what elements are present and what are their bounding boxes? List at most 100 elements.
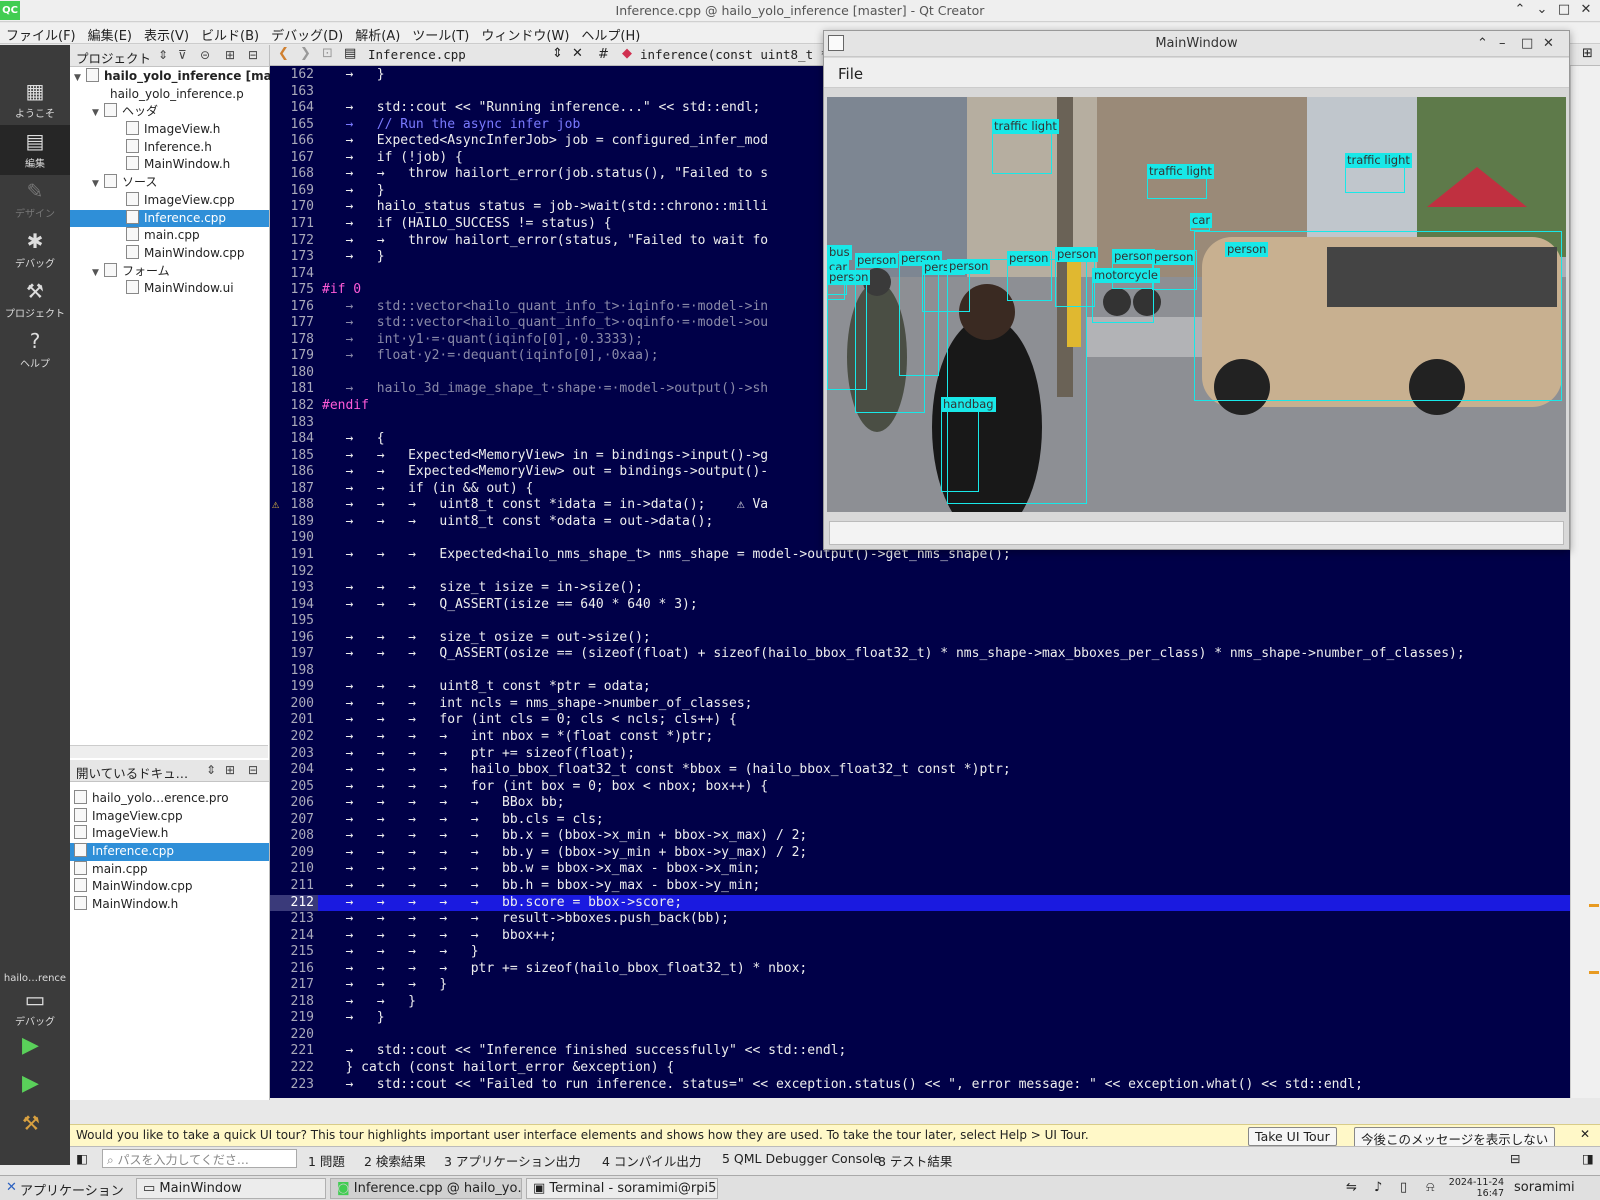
- file-menu[interactable]: File: [838, 65, 863, 83]
- battery-icon[interactable]: ▯: [1394, 1178, 1413, 1199]
- split-icon[interactable]: ⊞: [225, 763, 235, 777]
- chevron-updown-icon[interactable]: ⇕: [206, 763, 216, 777]
- code-line[interactable]: → → if (in && out) {: [322, 481, 533, 496]
- code-line[interactable]: → hailo_status status = job->wait(std::c…: [322, 199, 768, 214]
- chevron-updown-icon[interactable]: ⇕: [552, 46, 563, 61]
- code-line[interactable]: → → → int ncls = nms_shape->number_of_cl…: [322, 696, 752, 711]
- code-line[interactable]: → }: [322, 1010, 384, 1025]
- code-line[interactable]: → }: [322, 249, 384, 264]
- code-line[interactable]: → std::vector<hailo_quant_info_t>·iqinfo…: [322, 299, 768, 314]
- code-line[interactable]: → → → → ptr += sizeof(float);: [322, 746, 635, 761]
- menu-item[interactable]: 表示(V): [138, 23, 195, 46]
- maximize-icon[interactable]: □: [1521, 31, 1533, 57]
- tree-item-file[interactable]: MainWindow.cpp: [70, 244, 269, 263]
- close-icon[interactable]: ✕: [1543, 31, 1554, 57]
- menu-item[interactable]: ヘルプ(H): [575, 23, 646, 46]
- code-line[interactable]: → }: [322, 183, 384, 198]
- code-line[interactable]: → // Run the async infer job: [322, 117, 580, 132]
- code-line[interactable]: → → throw hailort_error(job.status(), "F…: [322, 166, 768, 181]
- minimize-icon[interactable]: –: [1499, 31, 1506, 57]
- volume-icon[interactable]: ♪: [1368, 1178, 1388, 1199]
- close-document-icon[interactable]: ✕: [572, 46, 583, 61]
- clock[interactable]: 2024-11-24 16:47: [1446, 1177, 1504, 1199]
- code-line[interactable]: → → → Q_ASSERT(osize == (sizeof(float) +…: [322, 646, 1464, 661]
- restore-icon[interactable]: ⌄: [1532, 2, 1552, 17]
- close-pane-icon[interactable]: ⊟: [248, 763, 258, 777]
- code-line[interactable]: → Expected<AsyncInferJob> job = configur…: [322, 133, 768, 148]
- filter-icon[interactable]: ⊽: [178, 48, 187, 62]
- code-line[interactable]: → → → uint8_t const *ptr = odata;: [322, 679, 650, 694]
- output-tab[interactable]: 3 アプリケーション出力: [444, 1151, 581, 1170]
- take-ui-tour-button[interactable]: Take UI Tour: [1248, 1127, 1337, 1146]
- mode-welcome[interactable]: ▦ ようこそ: [0, 75, 70, 125]
- code-line[interactable]: → {: [322, 431, 384, 446]
- output-tab[interactable]: 4 コンパイル出力: [602, 1151, 701, 1170]
- run-icon[interactable]: ▶: [22, 1033, 39, 1058]
- close-pane-icon[interactable]: ⊟: [248, 48, 258, 62]
- build-hammer-icon[interactable]: ⚒: [22, 1111, 40, 1135]
- code-line[interactable]: → → → → → BBox bb;: [322, 795, 564, 810]
- code-line[interactable]: → }: [322, 67, 384, 82]
- menu-item[interactable]: 解析(A): [349, 23, 406, 46]
- output-tab[interactable]: 2 検索結果: [364, 1151, 426, 1170]
- open-document-item[interactable]: Inference.cpp: [70, 843, 269, 861]
- code-line[interactable]: → → → → }: [322, 944, 478, 959]
- tree-item-forms[interactable]: ▼ フォーム: [70, 262, 269, 281]
- code-line[interactable]: → if (HAILO_SUCCESS != status) {: [322, 216, 611, 231]
- code-line[interactable]: → → → → → bb.y = (bbox->y_min + bbox->y_…: [322, 845, 807, 860]
- open-document-item[interactable]: hailo_yolo…erence.pro: [70, 790, 269, 808]
- menu-item[interactable]: デバッグ(D): [265, 23, 349, 46]
- tree-item-profile[interactable]: hailo_yolo_inference.p: [70, 86, 269, 104]
- code-line[interactable]: → → → → → bb.h = bbox->y_max - bbox->y_m…: [322, 878, 760, 893]
- code-line[interactable]: } catch (const hailort_error &exception)…: [322, 1060, 674, 1075]
- link-icon[interactable]: ⊝: [200, 48, 210, 62]
- open-document-item[interactable]: ImageView.cpp: [70, 807, 269, 826]
- applications-menu[interactable]: アプリケーション: [14, 1178, 130, 1199]
- code-line[interactable]: → std::cout << "Inference finished succe…: [322, 1043, 846, 1058]
- split-icon[interactable]: ⊞: [225, 48, 235, 62]
- kit-selector[interactable]: hailo…rence ▭ デバッグ: [0, 973, 70, 1028]
- output-tab[interactable]: 1 問題: [308, 1151, 345, 1170]
- open-document-item[interactable]: main.cpp: [70, 860, 269, 879]
- mode-help[interactable]: ? ヘルプ: [0, 325, 70, 375]
- code-line[interactable]: → → → uint8_t const *odata = out->data()…: [322, 514, 713, 529]
- open-document-item[interactable]: MainWindow.h: [70, 896, 269, 914]
- output-tab[interactable]: 5 QML Debugger Console: [722, 1151, 881, 1166]
- current-file-combo[interactable]: Inference.cpp: [368, 47, 466, 62]
- tree-item-file[interactable]: MainWindow.h: [70, 156, 269, 174]
- code-line[interactable]: #if 0: [322, 282, 361, 297]
- minimize-icon[interactable]: ⌃: [1477, 31, 1488, 57]
- tree-item-headers[interactable]: ▼ ヘッダ: [70, 103, 269, 121]
- back-arrow-icon[interactable]: ❮: [278, 46, 289, 61]
- code-line[interactable]: → → → uint8_t const *idata = in->data();…: [322, 497, 768, 512]
- menu-item[interactable]: ビルド(B): [195, 23, 265, 46]
- maximize-icon[interactable]: □: [1554, 2, 1574, 17]
- code-line[interactable]: → → → → ptr += sizeof(hailo_bbox_float32…: [322, 961, 807, 976]
- code-line[interactable]: → → → → → bb.cls = cls;: [322, 812, 603, 827]
- tree-item-sources[interactable]: ▼ ソース: [70, 174, 269, 192]
- code-line[interactable]: → → → → hailo_bbox_float32_t const *bbox…: [322, 762, 1010, 777]
- horizontal-scrollbar[interactable]: [70, 745, 268, 758]
- close-icon[interactable]: ✕: [1576, 2, 1596, 17]
- code-line[interactable]: → → Expected<MemoryView> out = bindings-…: [322, 464, 768, 479]
- code-line[interactable]: → hailo_3d_image_shape_t·shape·=·model->…: [322, 381, 768, 396]
- menu-item[interactable]: ファイル(F): [0, 23, 82, 46]
- code-line[interactable]: → → }: [322, 994, 415, 1009]
- warning-icon[interactable]: ⚠: [272, 497, 279, 511]
- tree-item-file[interactable]: main.cpp: [70, 227, 269, 245]
- code-line[interactable]: → std::cout << "Failed to run inference.…: [322, 1077, 1362, 1092]
- code-line[interactable]: → float·y2·=·dequant(iqinfo[0],·0xaa);: [322, 348, 658, 363]
- tree-item-file[interactable]: ImageView.cpp: [70, 191, 269, 210]
- code-line[interactable]: → → → → int nbox = *(float const *)ptr;: [322, 729, 713, 744]
- forward-arrow-icon[interactable]: ❯: [300, 46, 311, 61]
- tree-item-file-selected[interactable]: Inference.cpp: [70, 209, 269, 228]
- code-line[interactable]: → → → → → bb.x = (bbox->x_min + bbox->x_…: [322, 828, 807, 843]
- toggle-output-icon[interactable]: ◨: [1582, 1151, 1594, 1166]
- open-document-item[interactable]: MainWindow.cpp: [70, 878, 269, 896]
- code-line[interactable]: → → → → → bb.score = bbox->score;: [322, 895, 682, 910]
- code-line[interactable]: #endif: [322, 398, 369, 413]
- toggle-sidebar-icon[interactable]: ◧: [76, 1151, 88, 1166]
- code-line[interactable]: → std::vector<hailo_quant_info_t>·oqinfo…: [322, 315, 768, 330]
- code-line[interactable]: → → → Q_ASSERT(isize == 640 * 640 * 3);: [322, 597, 697, 612]
- code-line[interactable]: → std::cout << "Running inference..." <<…: [322, 100, 760, 115]
